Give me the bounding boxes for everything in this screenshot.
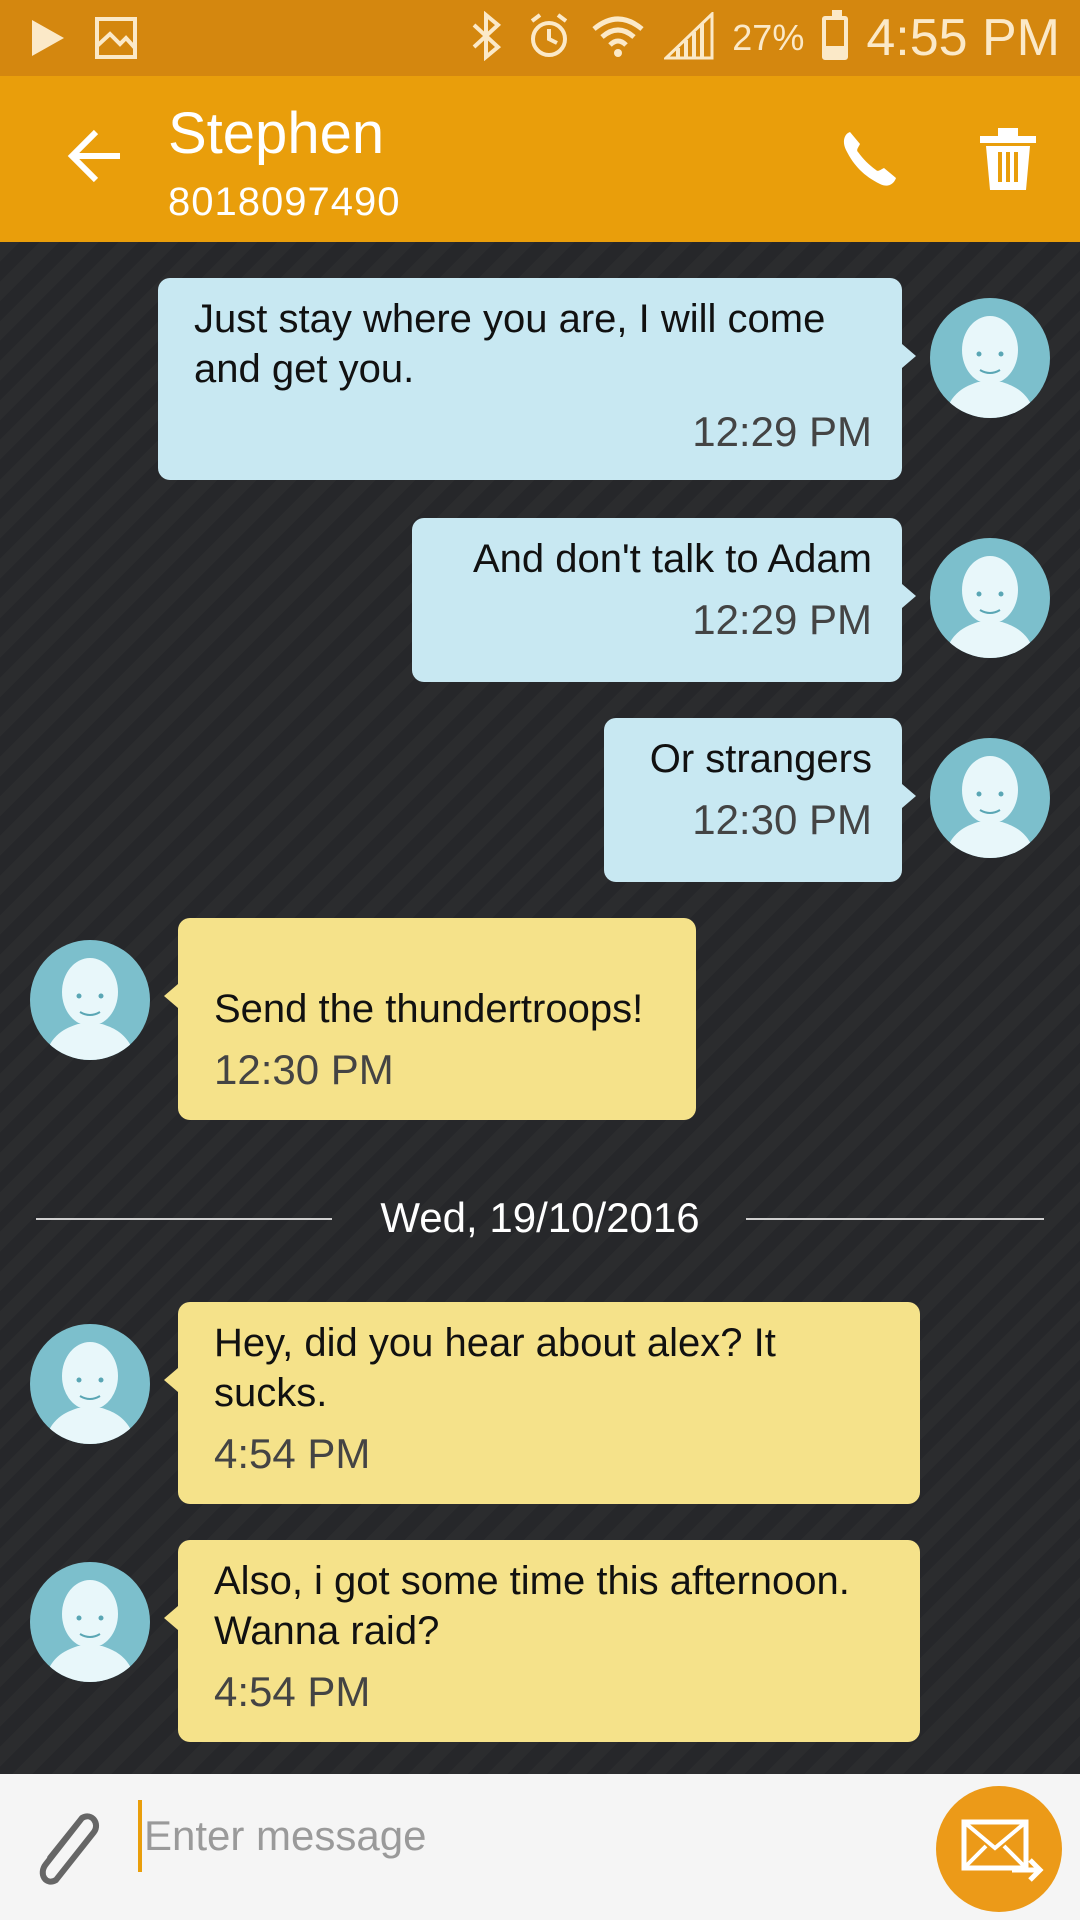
message-text: Just stay where you are, I will come and… [194,297,826,391]
attach-button[interactable] [30,1804,104,1894]
bubble-tail [164,1606,178,1630]
play-store-icon [28,16,68,65]
message-time: 12:30 PM [214,1046,394,1093]
app-bar: Stephen 8018097490 [0,76,1080,242]
default-avatar-icon [944,556,1036,658]
message-time: 12:30 PM [692,796,872,843]
message-thread[interactable]: Just stay where you are, I will come and… [0,242,1080,1774]
message-time: 12:29 PM [692,408,872,455]
default-avatar-icon [44,958,136,1060]
bubble-tail [902,584,916,608]
bubble-tail [164,1368,178,1392]
paperclip-icon [39,1813,100,1885]
compose-bar [0,1774,1080,1920]
wifi-icon [590,13,646,64]
avatar[interactable] [30,1562,150,1682]
message-time: 4:54 PM [214,1430,371,1477]
back-arrow-icon [67,129,120,183]
send-icon [961,1819,1044,1882]
battery-icon [822,10,849,60]
default-avatar-icon [44,1342,136,1444]
default-avatar-icon [944,316,1036,418]
message-bubble[interactable]: Just stay where you are, I will come and… [158,278,916,480]
avatar[interactable] [30,940,150,1060]
divider [36,1218,332,1220]
message-bubble[interactable]: And don't talk to Adam 12:29 PM [412,518,916,682]
divider [746,1218,1044,1220]
message-bubble[interactable]: Or strangers 12:30 PM [604,718,916,882]
avatar[interactable] [930,738,1050,858]
message-text: Send the thundertroops! [214,987,644,1031]
default-avatar-icon [44,1580,136,1682]
call-button[interactable] [836,126,902,192]
message-text: Or strangers [649,737,872,781]
bubble-tail [902,784,916,808]
trash-icon [980,128,1036,190]
message-bubble[interactable]: Send the thundertroops! 12:30 PM [164,918,696,1120]
phone-icon [843,132,896,186]
contact-number: 8018097490 [168,180,401,224]
default-avatar-icon [944,756,1036,858]
signal-icon [662,9,714,65]
message-bubble[interactable]: Also, i got some time this afternoon. Wa… [164,1540,920,1742]
bubble-tail [164,984,178,1008]
date-separator: Wed, 19/10/2016 [380,1194,700,1241]
message-time: 12:29 PM [692,596,872,643]
send-button[interactable] [936,1786,1062,1912]
status-time: 4:55 PM [866,9,1060,67]
gallery-icon [94,16,138,65]
battery-percent: 27% [732,17,805,58]
avatar[interactable] [930,298,1050,418]
message-time: 4:54 PM [214,1668,371,1715]
message-text: And don't talk to Adam [472,537,872,581]
bubble-tail [902,344,916,368]
delete-button[interactable] [976,126,1040,192]
avatar[interactable] [30,1324,150,1444]
contact-name: Stephen [168,101,385,166]
message-bubble[interactable]: Hey, did you hear about alex? It sucks. … [164,1302,920,1504]
back-button[interactable] [52,126,122,186]
battery-level [826,46,845,56]
message-input[interactable] [138,1800,906,1872]
message-text: Hey, did you hear about alex? It sucks. [214,1321,776,1415]
status-bar: 27% 4:55 PM [0,0,1080,76]
bluetooth-icon [466,10,508,66]
message-text: Also, i got some time this afternoon. Wa… [214,1559,850,1653]
alarm-icon [526,11,572,66]
avatar[interactable] [930,538,1050,658]
